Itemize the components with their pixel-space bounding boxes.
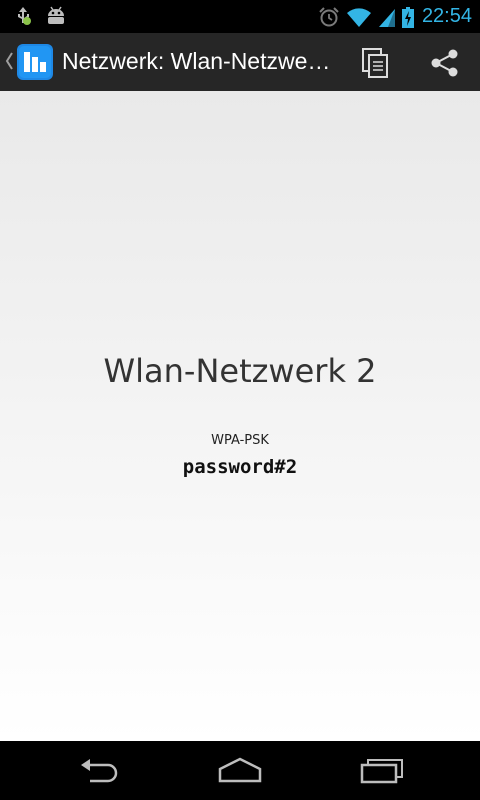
alarm-icon [319,6,339,26]
network-name: Wlan-Netzwerk 2 [103,352,377,390]
battery-charging-icon [401,6,414,28]
android-icon [48,6,64,24]
signal-icon [378,8,395,27]
security-type: WPA-PSK [211,433,269,448]
recent-apps-icon[interactable] [358,755,406,785]
network-password: password#2 [182,456,298,478]
copy-icon[interactable] [357,45,393,81]
usb-debug-icon [18,7,31,25]
wifi-icon [346,7,371,27]
back-icon[interactable] [76,755,124,785]
status-bar-system: 22:54 [318,0,472,33]
page-title: Netzwerk: Wlan-Netzwerk 2 [62,48,337,74]
network-details: Wlan-Netzwerk 2 WPA-PSK password#2 [0,91,480,741]
status-time: 22:54 [421,5,472,27]
up-chevron-icon[interactable] [4,50,14,72]
action-bar: Netzwerk: Wlan-Netzwerk 2 [0,33,480,93]
status-bar: 22:54 [0,0,480,33]
home-icon[interactable] [216,755,264,785]
share-icon[interactable] [427,45,463,81]
screen: 22:54 Netzwerk: Wlan-Netzwerk 2 Wlan-Net… [0,0,480,800]
navigation-bar [0,741,480,800]
status-bar-notifications [12,5,68,27]
app-icon[interactable] [17,44,53,80]
